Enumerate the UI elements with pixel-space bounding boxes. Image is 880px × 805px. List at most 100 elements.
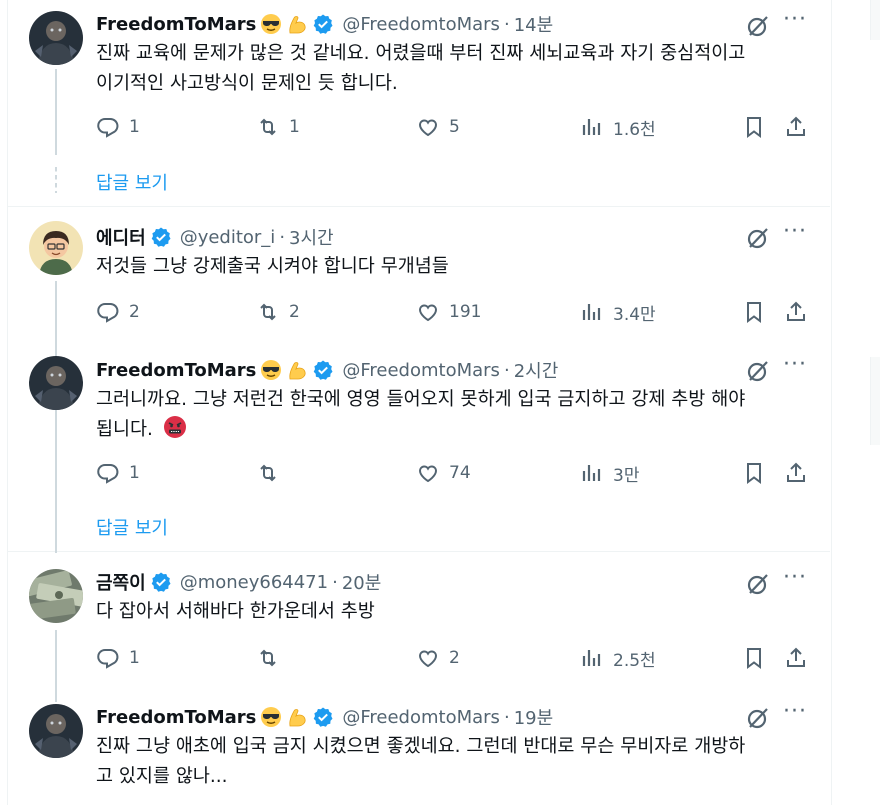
like-count: 5 xyxy=(449,117,460,137)
share-icon xyxy=(787,462,805,482)
share-button[interactable] xyxy=(784,113,817,141)
tweet-header: 금쪽이 @money664471 · 20분 xyxy=(96,569,381,595)
reply-icon xyxy=(97,118,119,138)
like-icon xyxy=(418,304,438,322)
reply-button[interactable]: 1 xyxy=(96,644,140,672)
handle[interactable]: @yeditor_i xyxy=(180,227,276,248)
tweet-text: 다 잡아서 서해바다 한가운데서 추방 xyxy=(96,597,811,627)
views-button[interactable]: 3만 xyxy=(580,459,639,487)
tweet-text: 그러니까요. 그냥 저런건 한국에 영영 들어오지 못하게 입국 금지하고 강제… xyxy=(96,385,811,449)
like-count: 191 xyxy=(449,302,482,322)
repost-button[interactable]: 2 xyxy=(256,298,300,326)
avatar[interactable] xyxy=(29,221,83,275)
views-button[interactable]: 1.6천 xyxy=(580,113,656,141)
sidebar-card-edge xyxy=(870,0,880,40)
reply-button[interactable]: 1 xyxy=(96,459,140,487)
timestamp[interactable]: 3시간 xyxy=(289,224,334,250)
bookmark-icon xyxy=(747,648,761,669)
reply-button[interactable]: 2 xyxy=(96,298,140,326)
display-name[interactable]: FreedomToMars xyxy=(96,707,256,728)
reply-count: 1 xyxy=(129,648,140,668)
timestamp[interactable]: 2시간 xyxy=(514,357,559,383)
view-count: 1.6천 xyxy=(613,119,656,140)
repost-icon xyxy=(260,464,276,482)
display-name[interactable]: 금쪽이 xyxy=(96,569,146,595)
like-button[interactable]: 74 xyxy=(416,459,471,487)
handle[interactable]: @money664471 xyxy=(180,572,328,593)
tweet-text-line: 저것들 그냥 강제출국 시켜야 합니다 무개념들 xyxy=(96,256,449,277)
grok-icon[interactable] xyxy=(745,225,771,251)
avatar[interactable] xyxy=(29,11,83,65)
handle[interactable]: @FreedomtoMars xyxy=(342,360,500,381)
tweet-text-line: 그러니까요. 그냥 저런건 한국에 영영 들어오지 못하게 입국 금지하고 강제… xyxy=(96,389,746,410)
more-icon[interactable]: ··· xyxy=(782,9,808,39)
handle[interactable]: @FreedomtoMars xyxy=(342,14,500,35)
thread-line xyxy=(55,630,57,702)
tweet-text-line: 고 있지를 않나... xyxy=(96,766,228,787)
display-name[interactable]: 에디터 xyxy=(96,224,146,250)
timestamp[interactable]: 19분 xyxy=(514,704,553,730)
avatar[interactable] xyxy=(29,704,83,758)
share-icon xyxy=(787,301,805,321)
show-replies-link[interactable]: 답글 보기 xyxy=(96,169,168,195)
like-button[interactable]: 191 xyxy=(416,298,481,326)
display-name[interactable]: FreedomToMars xyxy=(96,14,256,35)
bookmark-button[interactable] xyxy=(742,459,775,487)
flexed-biceps-emoji-icon xyxy=(286,359,308,381)
handle[interactable]: @FreedomtoMars xyxy=(342,707,500,728)
share-button[interactable] xyxy=(784,459,817,487)
grok-icon[interactable] xyxy=(745,571,771,597)
bookmark-button[interactable] xyxy=(742,298,775,326)
reply-button[interactable]: 1 xyxy=(96,113,140,141)
bookmark-button[interactable] xyxy=(742,113,775,141)
more-icon[interactable]: ··· xyxy=(782,354,808,384)
dot-separator: · xyxy=(503,359,510,381)
tweet-text-line: 이기적인 사고방식이 문제인 듯 합니다. xyxy=(96,73,398,94)
share-button[interactable] xyxy=(784,644,817,672)
right-sidebar-edge xyxy=(862,0,880,805)
like-count: 2 xyxy=(449,648,460,668)
tweet-header: FreedomToMars @FreedomtoMars · 19분 xyxy=(96,704,553,730)
like-button[interactable]: 2 xyxy=(416,644,460,672)
repost-button[interactable] xyxy=(256,459,289,487)
views-button[interactable]: 2.5천 xyxy=(580,644,656,672)
view-count: 3만 xyxy=(613,465,640,486)
show-replies-link[interactable]: 답글 보기 xyxy=(96,514,168,540)
tweet-header: FreedomToMars @FreedomtoMars · 14분 xyxy=(96,11,553,37)
face-with-symbols-on-mouth-emoji-icon xyxy=(163,415,187,449)
sunglasses-emoji-icon xyxy=(260,706,282,728)
timestamp[interactable]: 14분 xyxy=(514,11,553,37)
tweet-header: 에디터 @yeditor_i · 3시간 xyxy=(96,224,334,250)
tweet-text-line: 다 잡아서 서해바다 한가운데서 추방 xyxy=(96,601,375,622)
avatar[interactable] xyxy=(29,356,83,410)
bookmark-icon xyxy=(747,463,761,484)
more-icon[interactable]: ··· xyxy=(782,701,808,731)
more-icon[interactable]: ··· xyxy=(782,221,808,251)
views-button[interactable]: 3.4만 xyxy=(580,298,656,326)
tweet-actions: 2 2 191 3.4만 xyxy=(96,298,816,326)
like-button[interactable]: 5 xyxy=(416,113,460,141)
avatar[interactable] xyxy=(29,569,83,623)
repost-button[interactable] xyxy=(256,644,289,672)
like-icon xyxy=(418,119,438,137)
timestamp[interactable]: 20분 xyxy=(342,569,381,595)
tweet-actions: 1 2 2.5천 xyxy=(96,644,816,672)
bookmark-button[interactable] xyxy=(742,644,775,672)
share-icon xyxy=(787,647,805,667)
more-icon[interactable]: ··· xyxy=(782,567,808,597)
reply-count: 1 xyxy=(129,117,140,137)
view-count: 3.4만 xyxy=(613,304,656,325)
repost-button[interactable]: 1 xyxy=(256,113,300,141)
verified-badge-icon xyxy=(312,706,334,728)
display-name[interactable]: FreedomToMars xyxy=(96,360,256,381)
dot-separator: · xyxy=(279,226,286,248)
grok-icon[interactable] xyxy=(745,705,771,731)
grok-icon[interactable] xyxy=(745,358,771,384)
thread-gap xyxy=(55,167,57,193)
share-button[interactable] xyxy=(784,298,817,326)
bookmark-icon xyxy=(747,302,761,323)
grok-icon[interactable] xyxy=(745,13,771,39)
reply-icon xyxy=(97,303,119,323)
tweet-text: 저것들 그냥 강제출국 시켜야 합니다 무개념들 xyxy=(96,252,811,282)
tweet-text-line: 됩니다. xyxy=(96,415,811,449)
